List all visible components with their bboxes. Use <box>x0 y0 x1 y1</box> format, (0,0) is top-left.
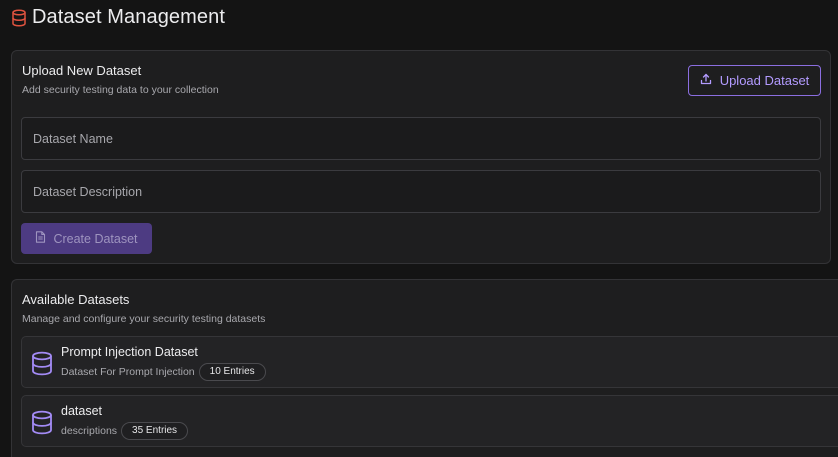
entries-badge: 10 Entries <box>198 363 266 381</box>
available-datasets-card: Available Datasets Manage and configure … <box>11 279 838 457</box>
create-dataset-button-label: Create Dataset <box>53 231 138 246</box>
file-icon <box>35 231 46 246</box>
available-card-subtitle: Manage and configure your security testi… <box>22 313 266 325</box>
upload-dataset-button-label: Upload Dataset <box>719 73 810 88</box>
dataset-list-item[interactable]: dataset descriptions 35 Entries <box>21 395 838 447</box>
upload-dataset-card: Upload New Dataset Add security testing … <box>11 50 831 264</box>
available-card-title: Available Datasets <box>22 292 130 307</box>
entries-badge: 35 Entries <box>121 422 189 440</box>
page-title: Dataset Management <box>32 6 226 28</box>
upload-card-subtitle: Add security testing data to your collec… <box>22 84 219 96</box>
create-dataset-button[interactable]: Create Dataset <box>21 223 152 254</box>
upload-dataset-button[interactable]: Upload Dataset <box>688 65 821 96</box>
dataset-management-page: Dataset Management Upload New Dataset Ad… <box>0 0 838 457</box>
upload-icon <box>700 73 712 88</box>
database-icon <box>11 8 27 27</box>
upload-card-title: Upload New Dataset <box>22 63 142 78</box>
dataset-description: descriptions <box>61 425 118 437</box>
dataset-name: Prompt Injection Dataset <box>61 345 198 359</box>
dataset-list-item[interactable]: Prompt Injection Dataset Dataset For Pro… <box>21 336 838 388</box>
dataset-name: dataset <box>61 404 103 418</box>
dataset-meta: descriptions 35 Entries <box>61 422 189 440</box>
dataset-meta: Dataset For Prompt Injection 10 Entries <box>61 363 266 381</box>
dataset-description: Dataset For Prompt Injection <box>61 366 195 378</box>
dataset-description-input[interactable] <box>21 170 821 213</box>
dataset-name-input[interactable] <box>21 117 821 160</box>
page-header: Dataset Management <box>11 6 225 29</box>
